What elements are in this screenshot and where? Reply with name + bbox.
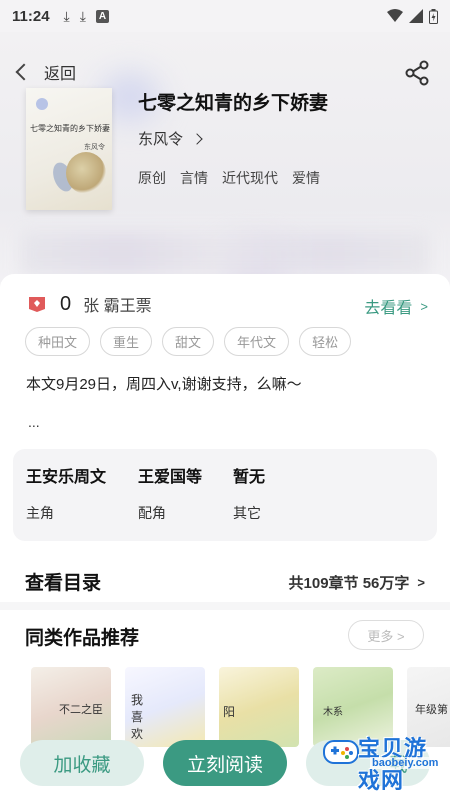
table-of-contents-row[interactable]: 查看目录 共109章节 56万字 > — [25, 568, 425, 596]
role-main: 王安乐周文 主角 — [26, 463, 106, 523]
go-see-label: 去看看 — [364, 300, 413, 317]
add-favorite-button[interactable]: 加收藏 — [20, 740, 144, 786]
role-supporting: 王爱国等 配角 — [138, 463, 202, 523]
gamepad-logo-icon — [323, 740, 359, 764]
role-type: 其它 — [233, 505, 261, 521]
book-description: 本文9月29日，周四入v,谢谢支持，么嘛～ — [26, 376, 302, 393]
section-divider — [0, 602, 450, 610]
ticket-count: 0 — [60, 292, 72, 315]
role-type: 主角 — [26, 505, 54, 521]
chevron-right-icon: > — [417, 575, 425, 590]
role-name: 暂无 — [233, 469, 266, 486]
status-bar: 11:24 ⤓ ⤓ A — [0, 0, 450, 32]
signal-icon — [409, 9, 423, 23]
role-type: 配角 — [138, 505, 166, 521]
keyword-chip[interactable]: 年代文 — [224, 327, 290, 356]
chevron-left-icon — [15, 63, 33, 81]
recommend-cover-text: 年级第 — [415, 704, 448, 716]
book-tag: 原创 — [138, 170, 166, 186]
download-icon: ⤓ — [79, 7, 86, 24]
book-title: 七零之知青的乡下娇妻 — [138, 93, 329, 114]
cover-author: 东风令 — [84, 144, 105, 151]
chevron-right-icon — [191, 132, 203, 145]
description-expand[interactable]: ... — [28, 414, 40, 430]
top-nav: 返回 — [0, 54, 450, 90]
book-cover[interactable]: 七零之知青的乡下娇妻 东风令 — [26, 88, 112, 210]
more-button[interactable]: 更多 > — [348, 620, 424, 650]
recommend-title: 同类作品推荐 — [25, 628, 140, 649]
share-icon[interactable] — [404, 60, 430, 86]
recommend-cover-text: 木系 — [323, 707, 343, 718]
status-system-icons — [387, 8, 438, 24]
ticket-row: 0 张 霸王票 去看看 > — [28, 290, 428, 318]
keyword-chip[interactable]: 甜文 — [162, 327, 215, 356]
toc-title: 查看目录 — [25, 573, 102, 594]
recommend-cover-text: 不二之臣 — [59, 704, 103, 716]
cover-decoration — [66, 152, 106, 194]
author-name: 东风令 — [138, 131, 184, 148]
recommend-cover-text: 阳 — [223, 705, 236, 719]
download-icon: ⤓ — [63, 7, 70, 24]
back-button[interactable]: 返回 — [14, 60, 76, 84]
blurred-banner — [20, 232, 430, 276]
watermark-url: baobeiy.com — [370, 757, 441, 769]
keyword-chips: 种田文 重生 甜文 年代文 轻松 — [25, 327, 352, 356]
book-tag: 爱情 — [292, 170, 320, 186]
read-now-button[interactable]: 立刻阅读 — [163, 740, 287, 786]
roles-box: 王安乐周文 主角 王爱国等 配角 暂无 其它 — [13, 449, 437, 541]
toc-info: 共109章节 56万字 > — [289, 572, 425, 593]
ticket-label: 张 霸王票 — [83, 298, 152, 315]
status-notifications: ⤓ ⤓ A — [64, 8, 109, 25]
site-watermark: 宝贝游戏网 baobeiy.com — [320, 727, 448, 793]
go-see-link[interactable]: 去看看 > — [364, 294, 428, 318]
cover-decoration — [36, 98, 48, 110]
role-name: 王安乐周文 — [26, 469, 107, 486]
chevron-right-icon: > — [420, 298, 428, 314]
wifi-icon — [387, 9, 403, 22]
battery-icon — [429, 8, 438, 24]
role-other: 暂无 其它 — [233, 463, 265, 523]
keyword-chip[interactable]: 轻松 — [299, 327, 352, 356]
book-tag: 言情 — [180, 170, 208, 186]
author-link[interactable]: 东风令 — [138, 128, 203, 149]
app-notification-icon: A — [95, 9, 109, 23]
chapter-count: 共109章节 56万字 — [288, 575, 410, 592]
book-tag: 近代现代 — [222, 170, 278, 186]
keyword-chip[interactable]: 种田文 — [25, 327, 91, 356]
back-label: 返回 — [44, 66, 77, 83]
keyword-chip[interactable]: 重生 — [100, 327, 153, 356]
book-tags: 原创 言情 近代现代 爱情 — [138, 168, 320, 188]
ticket-badge-icon — [29, 297, 45, 312]
cover-title: 七零之知青的乡下娇妻 — [30, 124, 110, 133]
role-name: 王爱国等 — [138, 469, 203, 486]
status-time: 11:24 — [12, 7, 50, 25]
